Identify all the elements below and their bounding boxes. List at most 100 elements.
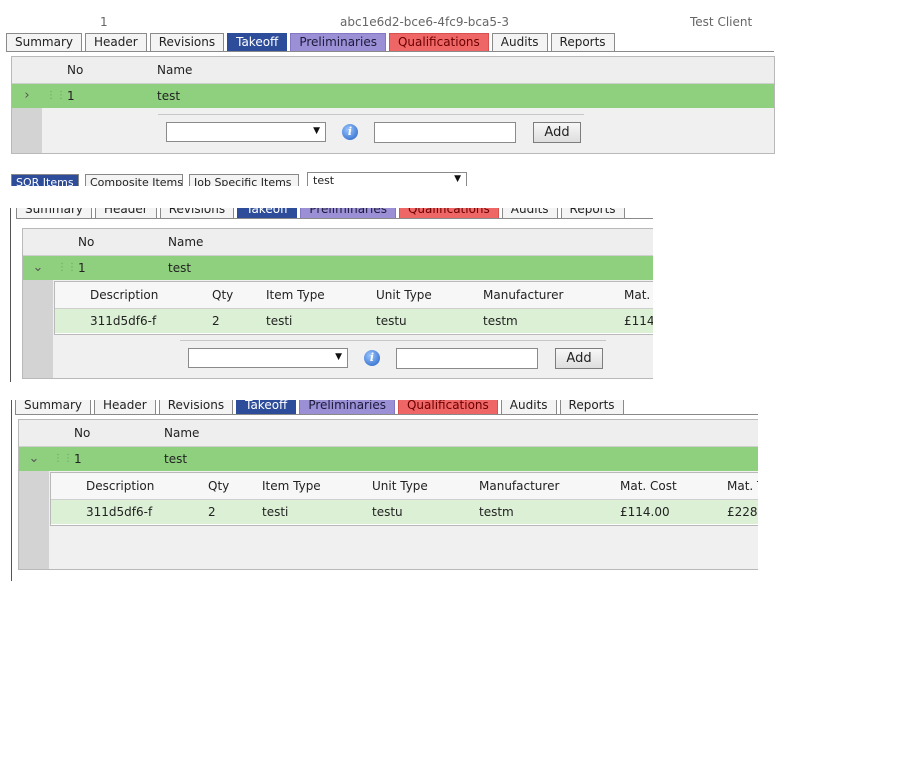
col-description: Description	[86, 479, 155, 493]
filter-select[interactable]: test ▼	[307, 172, 467, 186]
cell-unit-type: testu	[376, 314, 407, 328]
cell-description: 311d5df6-f	[90, 314, 157, 328]
drag-handle-icon[interactable]: ⋮⋮	[53, 447, 73, 471]
row-no: 1	[67, 89, 75, 103]
cell-qty: 2	[212, 314, 220, 328]
col-mat-cost: Mat. Cost	[620, 479, 677, 493]
tab-reports[interactable]: Reports	[560, 208, 625, 218]
add-button[interactable]: Add	[533, 122, 581, 143]
tab-underline	[6, 51, 774, 52]
row-no: 1	[74, 452, 82, 466]
cell-manufacturer: testm	[483, 314, 518, 328]
client-name: Test Client	[690, 15, 753, 29]
tab-reports[interactable]: Reports	[559, 400, 624, 414]
grid-header: No Name	[23, 229, 653, 256]
info-icon[interactable]: i	[342, 124, 358, 140]
cell-item-type: testi	[266, 314, 293, 328]
record-number: 1	[100, 15, 108, 29]
dropdown-arrow-icon: ▼	[313, 126, 320, 136]
cell-mat-total: £228.0	[727, 505, 758, 519]
chevron-down-icon[interactable]: ⌄	[21, 447, 47, 471]
col-name: Name	[164, 426, 200, 440]
chevron-down-icon[interactable]: ⌄	[25, 256, 51, 280]
row-no: 1	[78, 261, 86, 275]
panel-expanded-clipped: Summary Header Revisions Takeoff Prelimi…	[10, 208, 653, 382]
left-border	[11, 400, 12, 581]
tab-summary[interactable]: Summary	[16, 208, 92, 218]
tab-bar: Summary Header Revisions Takeoff Prelimi…	[6, 33, 618, 51]
col-name: Name	[168, 235, 204, 249]
tab-header[interactable]: Header	[85, 33, 147, 51]
tab-audits[interactable]: Audits	[500, 400, 557, 414]
col-no: No	[78, 235, 95, 249]
tab-preliminaries[interactable]: Preliminaries	[300, 208, 396, 218]
tab-header[interactable]: Header	[94, 400, 156, 414]
items-row[interactable]: 311d5df6-f 2 testi testu testm £114.0	[55, 309, 653, 333]
drag-handle-icon[interactable]: ⋮⋮	[57, 256, 77, 280]
add-bar: ▼ i Add	[42, 114, 774, 148]
tab-summary[interactable]: Summary	[15, 400, 91, 414]
left-border	[10, 208, 11, 382]
tab-header[interactable]: Header	[95, 208, 157, 218]
add-bar-top-line	[158, 114, 584, 115]
tab-sor-items[interactable]: SOR Items	[11, 174, 79, 186]
row-name: test	[157, 89, 181, 103]
group-row[interactable]: › ⋮⋮ 1 test	[12, 84, 774, 108]
col-manufacturer: Manufacturer	[483, 288, 564, 302]
col-mat-cost: Mat. C	[624, 288, 653, 302]
items-subgrid: Description Qty Item Type Unit Type Manu…	[50, 472, 758, 526]
drag-handle-icon[interactable]: ⋮⋮	[46, 84, 66, 108]
tab-summary[interactable]: Summary	[6, 33, 82, 51]
col-name: Name	[157, 63, 193, 77]
col-manufacturer: Manufacturer	[479, 479, 560, 493]
add-bar: ▼ i Add	[53, 340, 653, 374]
tab-takeoff[interactable]: Takeoff	[236, 400, 297, 414]
row-name: test	[164, 452, 188, 466]
items-row[interactable]: 311d5df6-f 2 testi testu testm £114.00 £…	[51, 500, 758, 524]
panel-collapsed: 1 abc1e6d2-bce6-4fc9-bca5-3 Test Client …	[0, 12, 775, 186]
tab-preliminaries[interactable]: Preliminaries	[290, 33, 386, 51]
tab-revisions[interactable]: Revisions	[149, 33, 225, 51]
tab-qualifications[interactable]: Qualifications	[388, 33, 489, 51]
takeoff-grid: No Name ⌄ ⋮⋮ 1 test Description Qty Item…	[22, 228, 653, 379]
items-subgrid: Description Qty Item Type Unit Type Manu…	[54, 281, 653, 335]
col-qty: Qty	[208, 479, 230, 493]
add-bar-top-line	[180, 340, 606, 341]
bottom-tab-strip: SOR Items Composite Items Job Specific I…	[11, 172, 471, 186]
col-no: No	[67, 63, 84, 77]
group-row[interactable]: ⌄ ⋮⋮ 1 test	[23, 256, 653, 280]
tab-qualifications[interactable]: Qualifications	[397, 400, 498, 414]
chevron-right-icon[interactable]: ›	[14, 84, 40, 108]
col-item-type: Item Type	[266, 288, 325, 302]
col-unit-type: Unit Type	[372, 479, 428, 493]
quantity-input[interactable]	[374, 122, 516, 143]
tab-qualifications[interactable]: Qualifications	[398, 208, 499, 218]
grid-header: No Name	[12, 57, 774, 84]
grid-header: No Name	[19, 420, 758, 447]
takeoff-grid: No Name ⌄ ⋮⋮ 1 test Description Qty Item…	[18, 419, 758, 570]
item-type-select[interactable]: ▼	[188, 348, 348, 368]
tab-revisions[interactable]: Revisions	[158, 400, 234, 414]
tab-job-specific-items[interactable]: Job Specific Items	[189, 174, 299, 186]
tab-audits[interactable]: Audits	[491, 33, 548, 51]
tab-takeoff[interactable]: Takeoff	[227, 33, 288, 51]
tab-reports[interactable]: Reports	[550, 33, 615, 51]
cell-description: 311d5df6-f	[86, 505, 153, 519]
tab-takeoff[interactable]: Takeoff	[237, 208, 298, 218]
items-header: Description Qty Item Type Unit Type Manu…	[55, 282, 653, 309]
tab-composite-items[interactable]: Composite Items	[85, 174, 183, 186]
tab-underline	[16, 218, 653, 219]
tab-preliminaries[interactable]: Preliminaries	[299, 400, 395, 414]
tab-revisions[interactable]: Revisions	[159, 208, 235, 218]
add-button[interactable]: Add	[555, 348, 603, 369]
tab-underline	[15, 414, 758, 415]
row-name: test	[168, 261, 192, 275]
item-type-select[interactable]: ▼	[166, 122, 326, 142]
quantity-input[interactable]	[396, 348, 538, 369]
tab-audits[interactable]: Audits	[501, 208, 558, 218]
col-qty: Qty	[212, 288, 234, 302]
cell-qty: 2	[208, 505, 216, 519]
record-guid: abc1e6d2-bce6-4fc9-bca5-3	[340, 15, 509, 29]
info-icon[interactable]: i	[364, 350, 380, 366]
group-row[interactable]: ⌄ ⋮⋮ 1 test	[19, 447, 758, 471]
